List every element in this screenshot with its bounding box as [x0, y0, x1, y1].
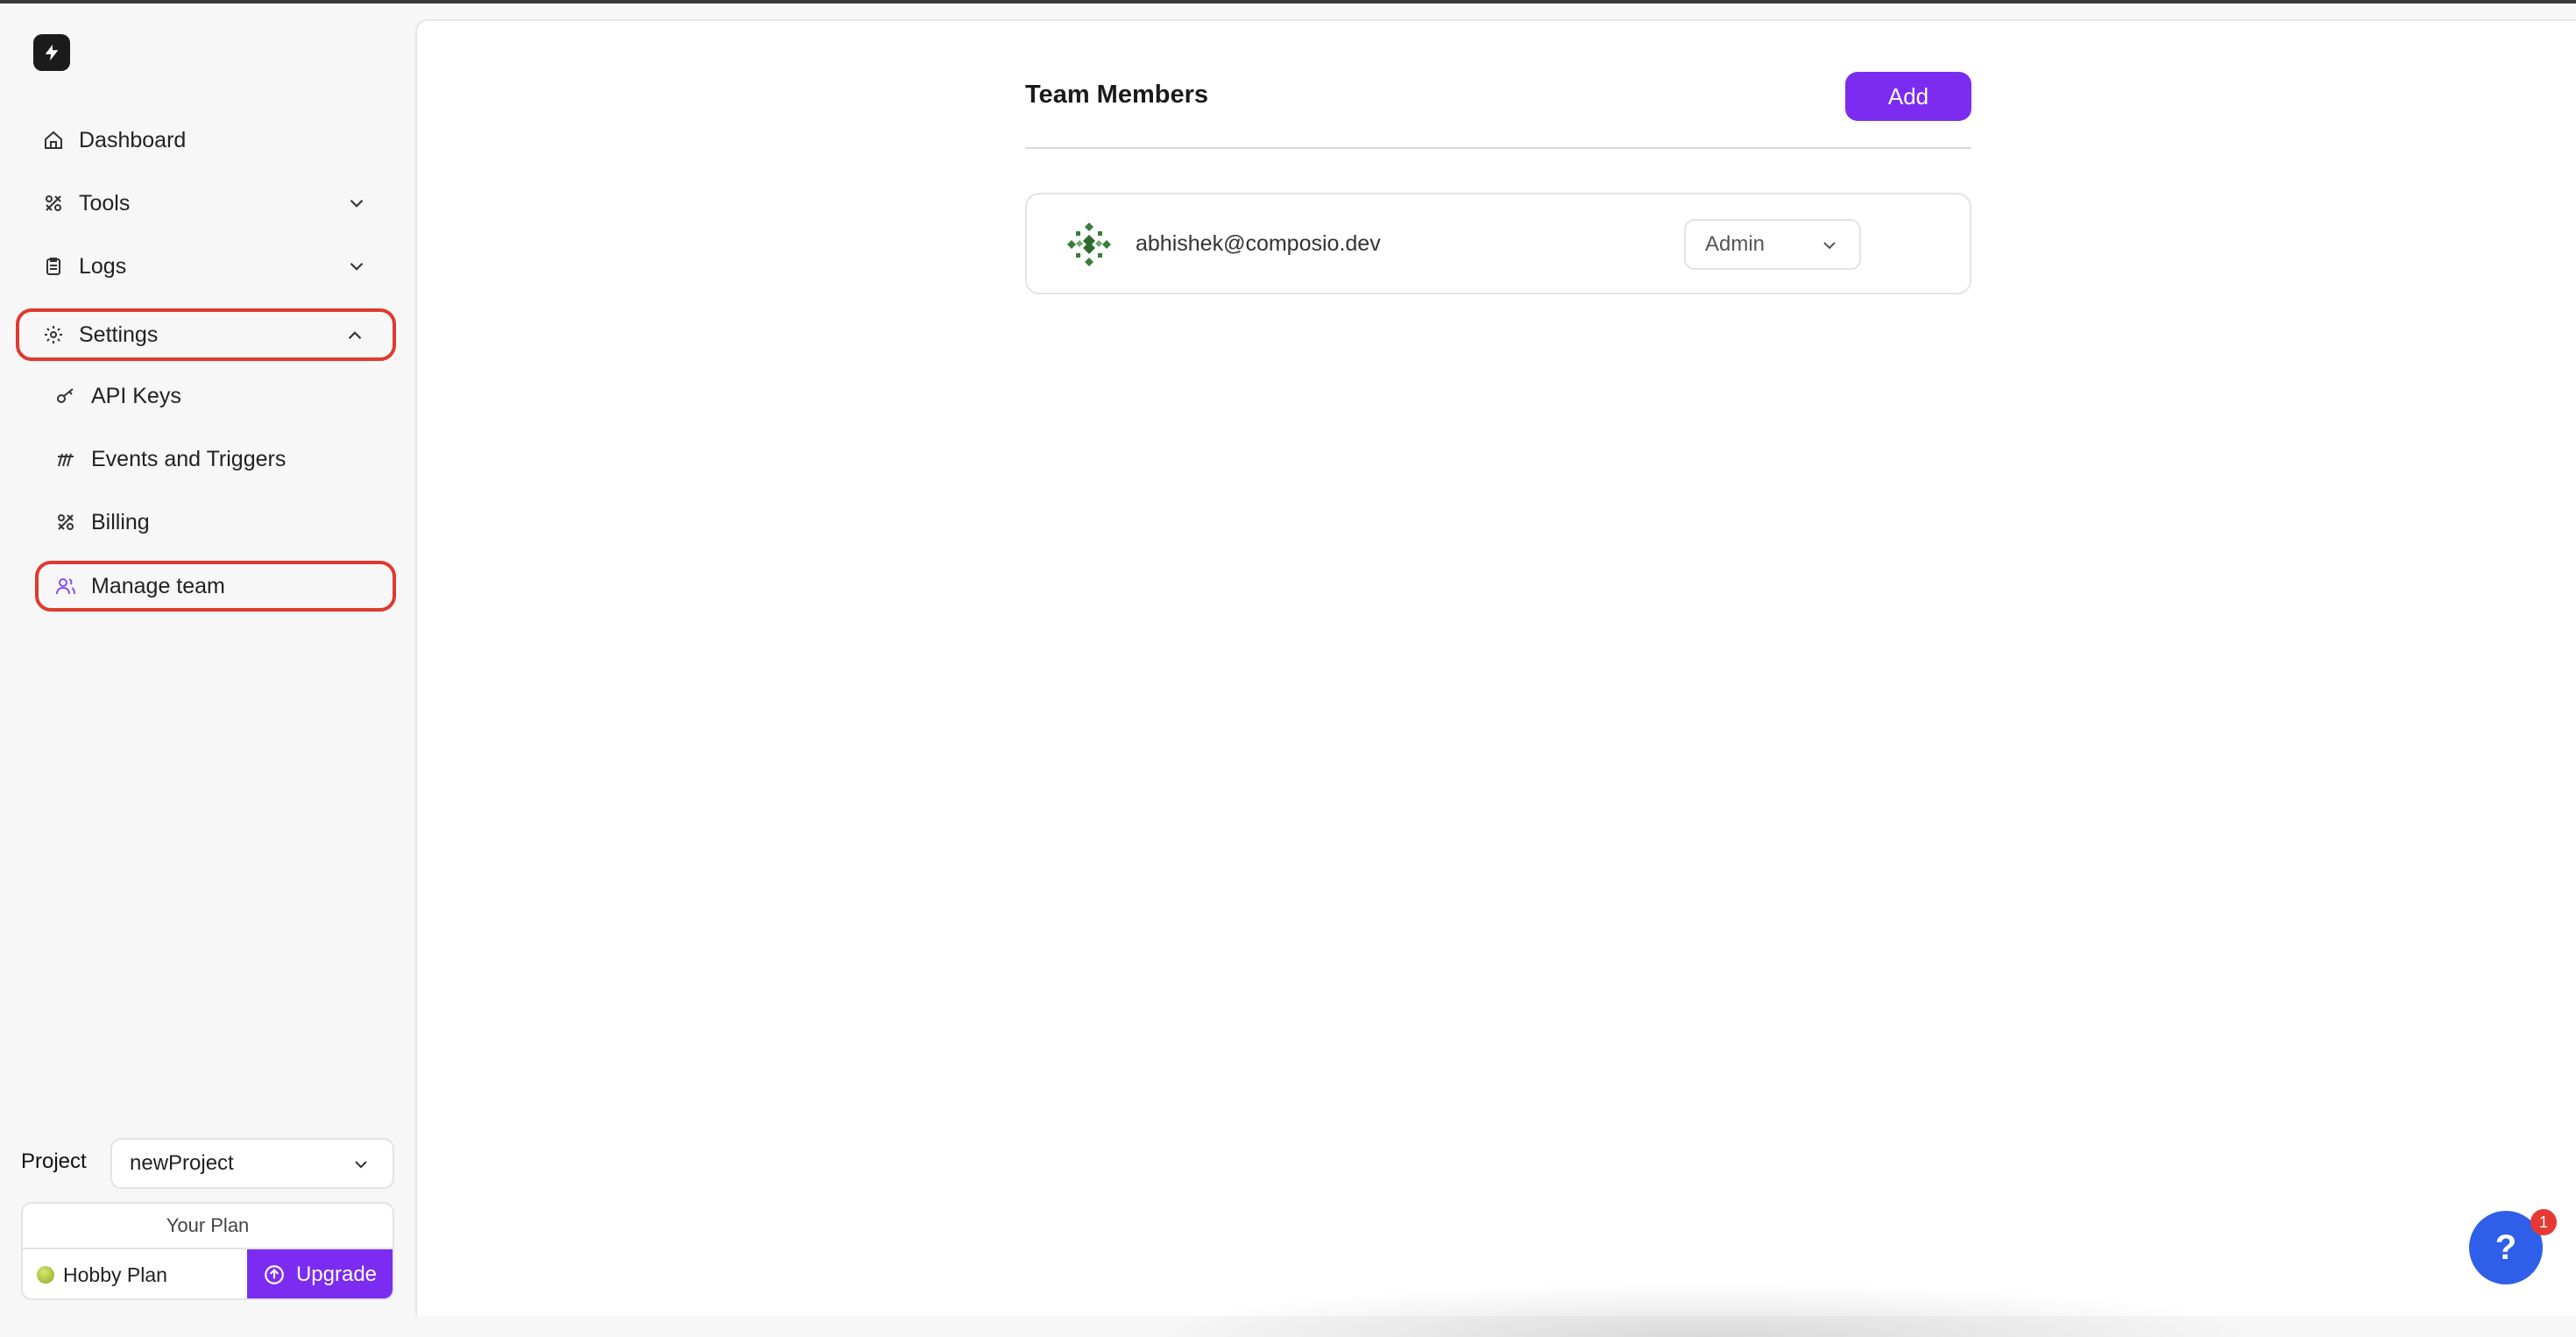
sidebar-subitem-billing[interactable]: Billing [37, 498, 394, 547]
sidebar-subitem-label: Manage team [91, 573, 225, 598]
role-select[interactable]: Admin [1684, 219, 1861, 270]
chevron-down-icon [1823, 242, 1836, 250]
role-selected-value: Admin [1705, 232, 1766, 256]
chevron-down-icon[interactable] [345, 255, 368, 278]
billing-icon [54, 511, 77, 534]
upgrade-label: Upgrade [295, 1263, 378, 1286]
sidebar-item-logs[interactable]: Logs [21, 242, 394, 291]
plan-name: Hobby Plan [23, 1249, 247, 1298]
upgrade-button[interactable]: Upgrade [247, 1249, 393, 1298]
add-member-button[interactable]: Add [1845, 72, 1971, 121]
sidebar-subitem-label: Events and Triggers [91, 446, 287, 471]
sidebar-subitem-label: API Keys [91, 383, 181, 408]
users-icon [54, 575, 77, 598]
lightning-icon [45, 44, 59, 61]
sidebar-item-settings[interactable]: Settings [16, 308, 396, 361]
sidebar-subitem-api-keys[interactable]: API Keys [37, 371, 394, 421]
home-icon [42, 129, 65, 152]
sidebar-item-dashboard[interactable]: Dashboard [21, 116, 394, 165]
triggers-icon [54, 448, 77, 470]
tennis-ball-icon [37, 1266, 54, 1284]
plan-name-label: Hobby Plan [63, 1263, 167, 1286]
page-title: Team Members [1025, 81, 1208, 109]
sidebar-item-label: Dashboard [79, 127, 187, 152]
sidebar-subitem-label: Billing [91, 509, 150, 534]
plan-row: Hobby Plan Upgrade [23, 1249, 393, 1298]
help-icon: ? [2495, 1227, 2517, 1267]
divider [1025, 147, 1971, 149]
bottom-shadow [1136, 1283, 2275, 1337]
notification-badge: 1 [2530, 1209, 2557, 1235]
gear-icon [42, 323, 65, 346]
sidebar-subitem-events-and-triggers[interactable]: Events and Triggers [37, 435, 394, 484]
arrow-up-circle-icon [265, 1265, 284, 1284]
sidebar: Dashboard Tools Logs Settings API Keys E… [0, 4, 415, 1316]
chevron-up-icon[interactable] [343, 324, 366, 347]
tools-icon [42, 192, 65, 215]
app-logo[interactable] [33, 34, 70, 71]
project-selected-value: newProject [130, 1151, 234, 1175]
project-label: Project [21, 1150, 87, 1173]
chevron-down-icon [355, 1161, 367, 1169]
plan-box: Your Plan Hobby Plan Upgrade [21, 1202, 394, 1300]
avatar [1067, 223, 1111, 266]
plan-title: Your Plan [23, 1204, 393, 1249]
member-email: abhishek@composio.dev [1136, 231, 1381, 256]
project-select[interactable]: newProject [110, 1138, 394, 1189]
chevron-down-icon[interactable] [345, 192, 368, 215]
key-icon [54, 385, 77, 407]
clipboard-icon [42, 255, 65, 278]
member-row: abhishek@composio.dev Admin [1025, 193, 1971, 294]
sidebar-subitem-manage-team[interactable]: Manage team [35, 561, 396, 612]
sidebar-item-label: Tools [79, 190, 131, 216]
main-panel: Team Members Add abhishek@composio.dev A… [415, 19, 2576, 1337]
sidebar-item-label: Settings [79, 322, 159, 347]
sidebar-item-tools[interactable]: Tools [21, 179, 394, 228]
sidebar-item-label: Logs [79, 253, 127, 279]
